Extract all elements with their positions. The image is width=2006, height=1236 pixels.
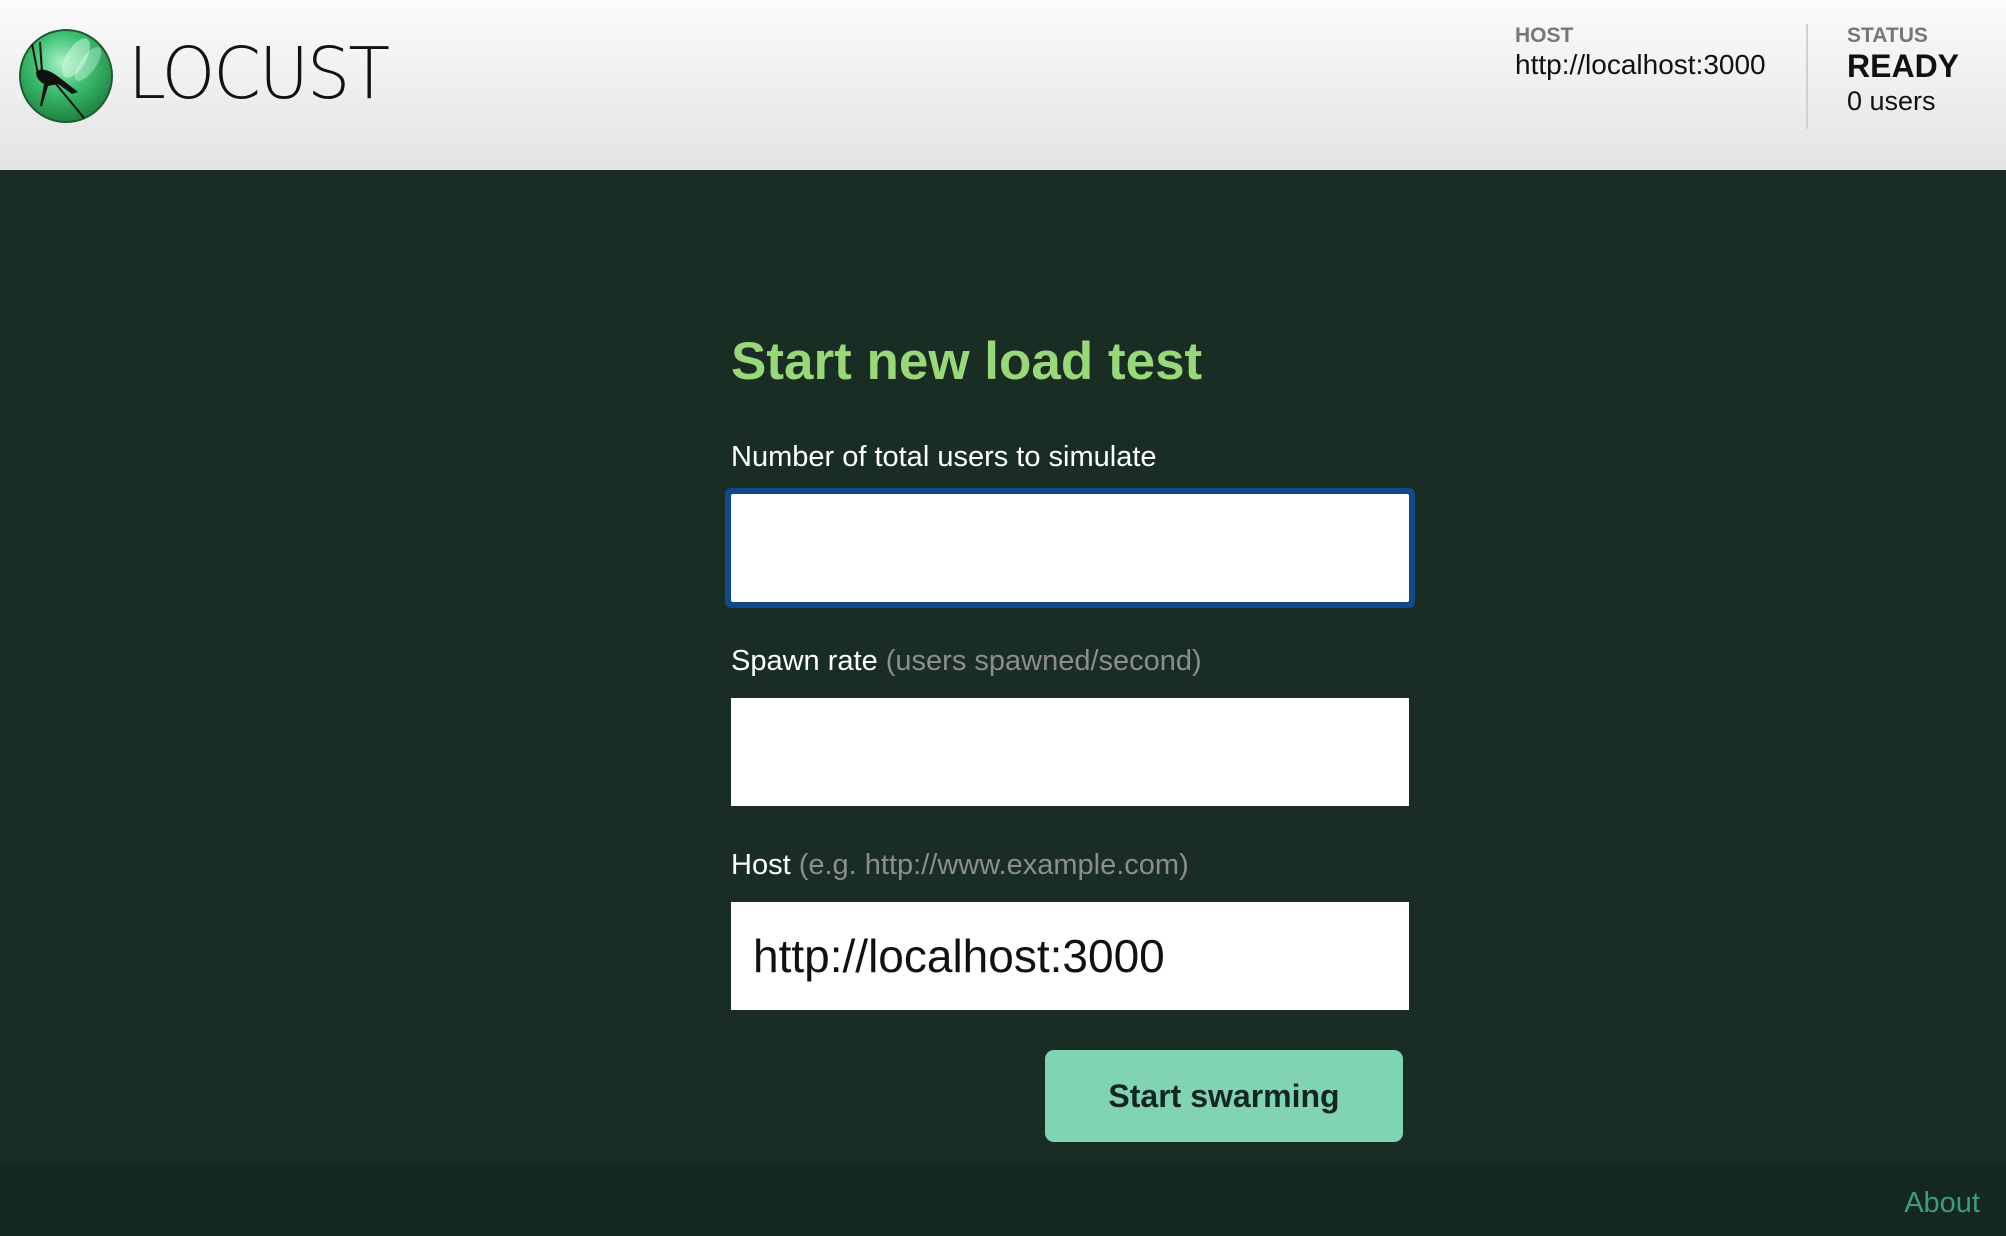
host-value: http://localhost:3000	[1515, 49, 1766, 80]
host-label-text: Host	[731, 849, 791, 881]
spawn-rate-input[interactable]	[731, 698, 1409, 806]
users-label-text: Number of total users to simulate	[731, 441, 1157, 473]
locust-logo-icon	[19, 29, 113, 123]
header-divider	[1806, 24, 1808, 129]
footer: About	[0, 1164, 2006, 1236]
user-count: 0 users	[1847, 86, 1936, 116]
form-title: Start new load test	[731, 332, 1203, 391]
status-value: READY	[1847, 48, 1960, 84]
app-name: LOCUST	[128, 32, 390, 115]
host-info: HOST http://localhost:3000	[1515, 24, 1766, 82]
start-swarming-button[interactable]: Start swarming	[1045, 1050, 1403, 1142]
users-input[interactable]	[731, 494, 1409, 602]
status-label: STATUS	[1847, 24, 1928, 47]
host-input[interactable]	[731, 902, 1409, 1010]
users-label: Number of total users to simulate	[731, 440, 1157, 474]
spawn-rate-hint: (users spawned/second)	[885, 645, 1202, 677]
spawn-rate-label-text: Spawn rate	[731, 645, 878, 677]
host-field-label: Host (e.g. http://www.example.com)	[731, 848, 1189, 882]
host-hint: (e.g. http://www.example.com)	[798, 849, 1189, 881]
host-label: HOST	[1515, 24, 1574, 47]
status-info: STATUS READY 0 users	[1847, 24, 1959, 118]
about-link[interactable]: About	[1904, 1186, 1980, 1220]
spawn-rate-label: Spawn rate (users spawned/second)	[731, 644, 1202, 678]
navbar: LOCUST HOST http://localhost:3000 STATUS…	[0, 0, 2006, 170]
